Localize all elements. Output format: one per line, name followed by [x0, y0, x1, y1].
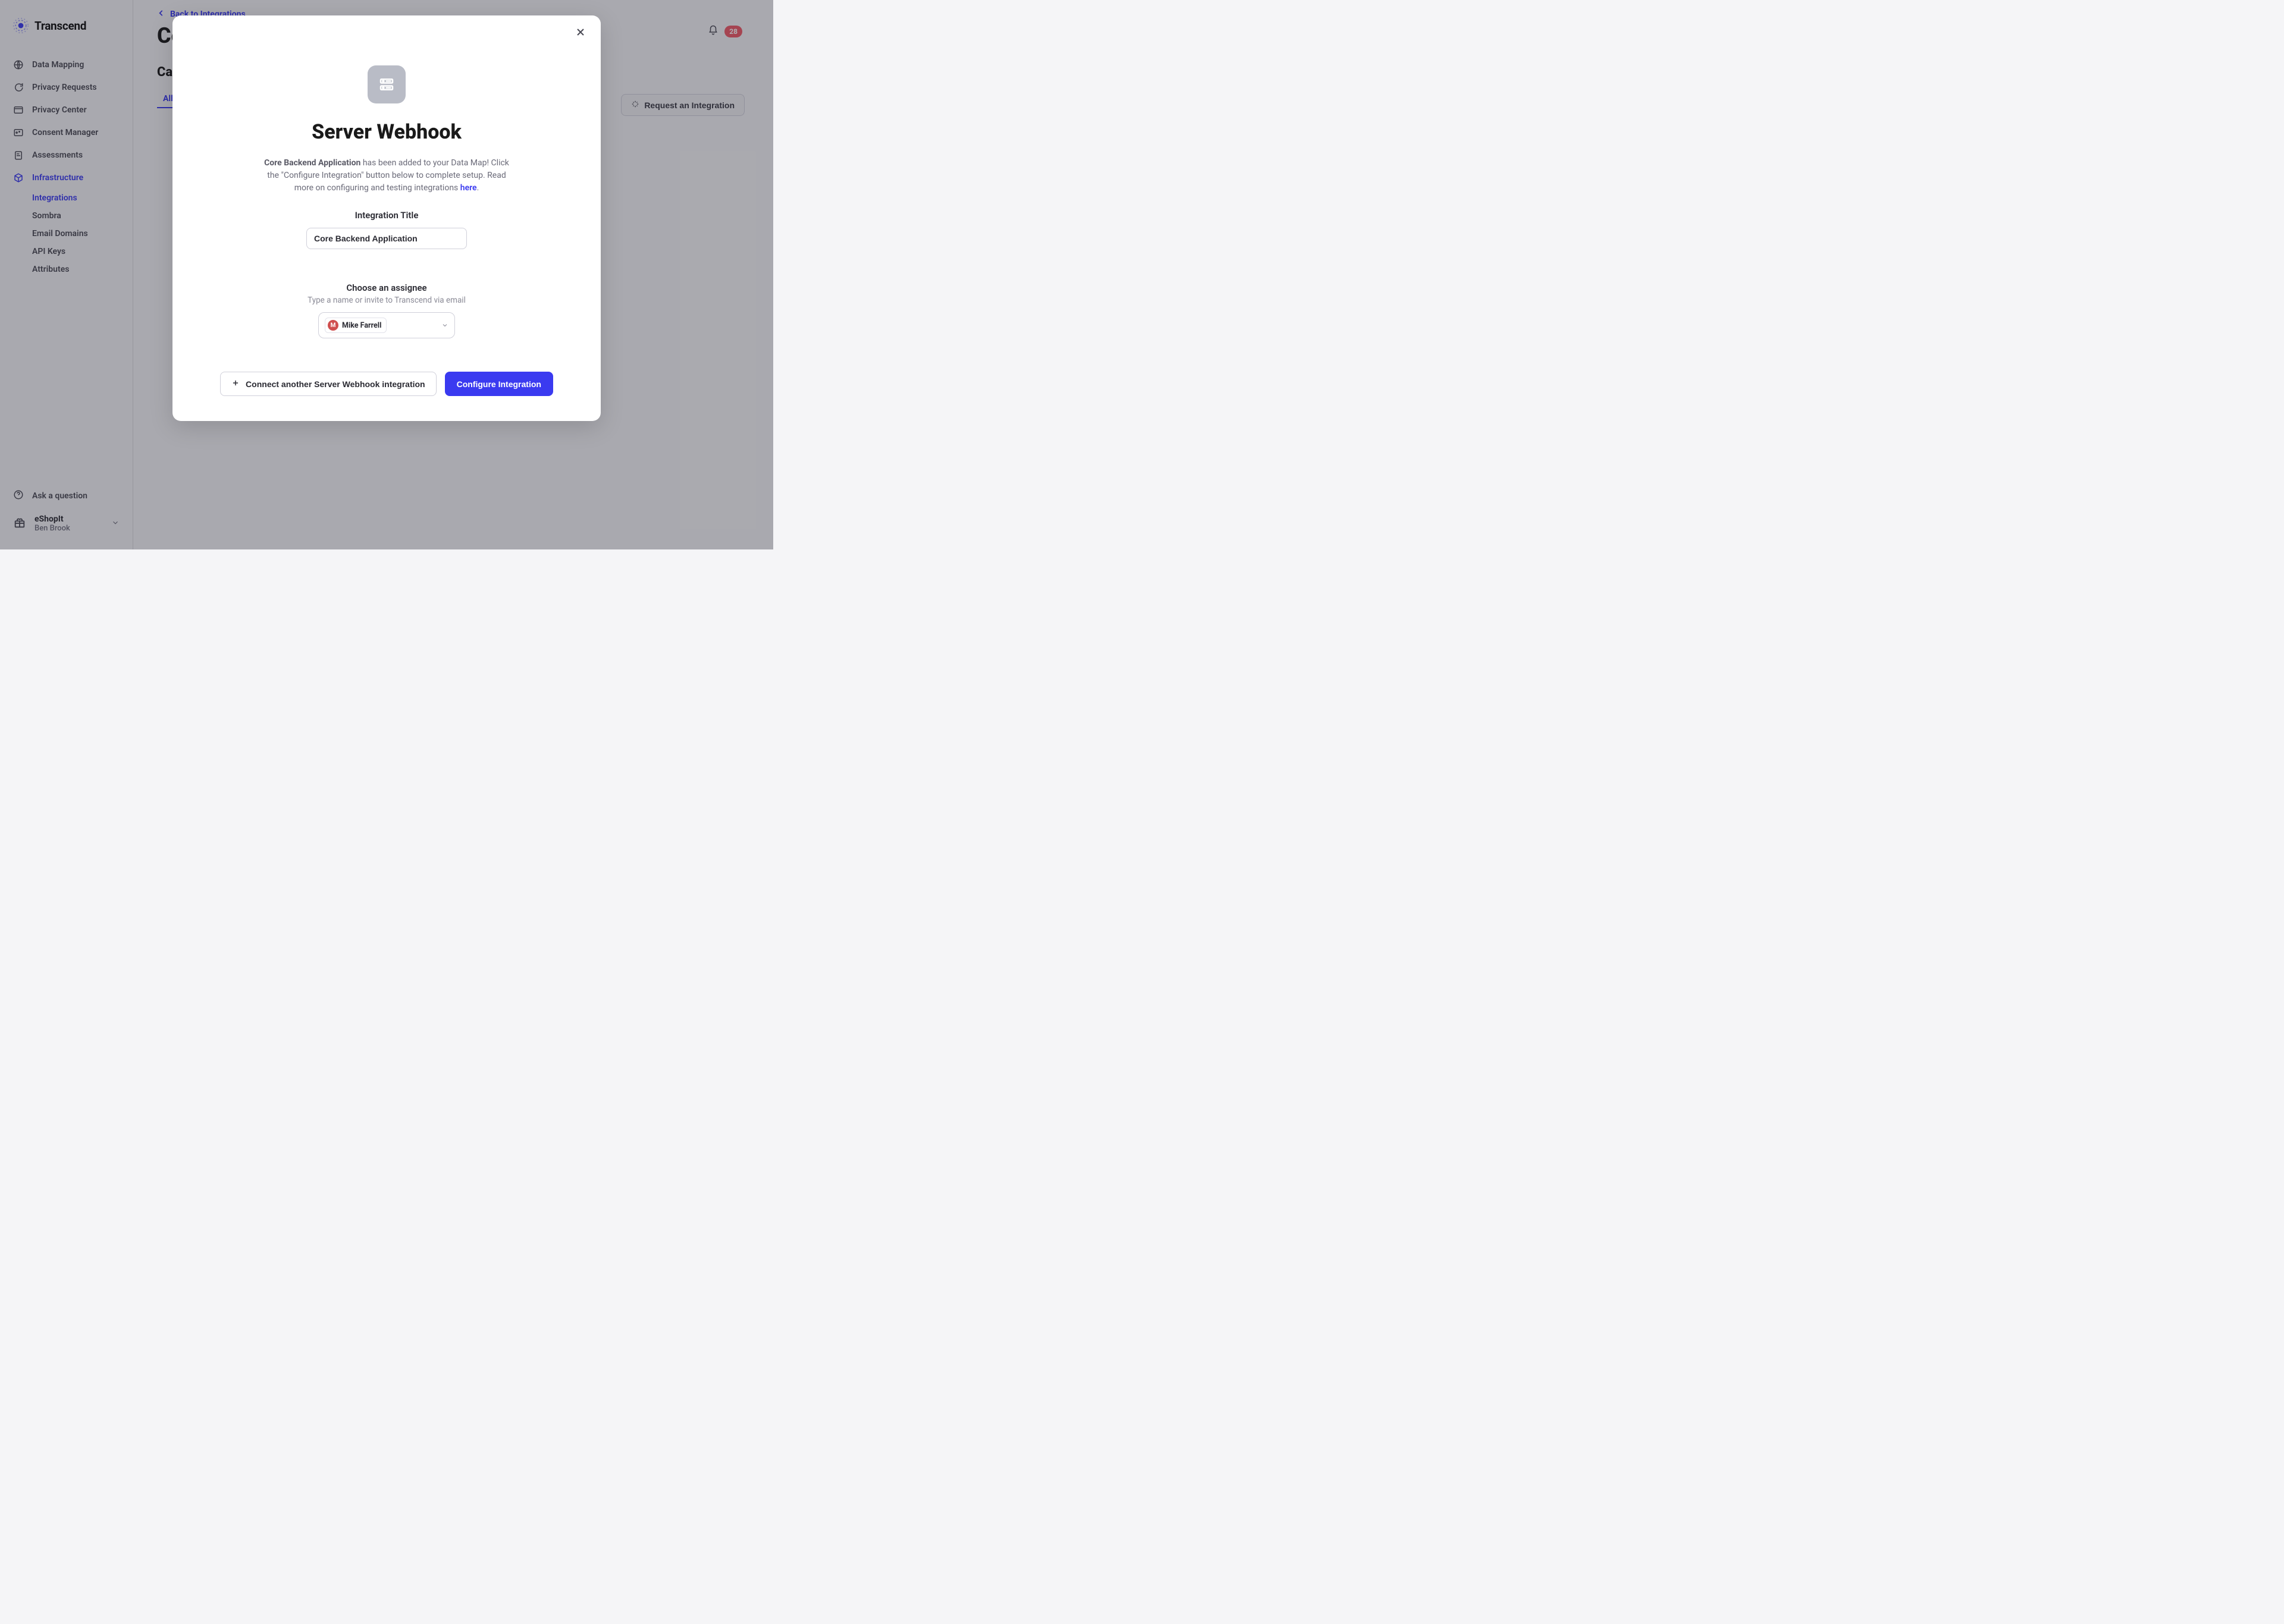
modal-description: Core Backend Application has been added … [262, 157, 512, 194]
connect-another-button[interactable]: Connect another Server Webhook integrati… [220, 372, 437, 396]
modal-desc-period: . [477, 183, 479, 193]
integration-title-label: Integration Title [184, 210, 589, 221]
modal-desc-bold: Core Backend Application [264, 158, 360, 168]
modal-desc-link[interactable]: here [460, 183, 477, 193]
assignee-label: Choose an assignee [184, 282, 589, 293]
assignee-select[interactable]: M Mike Farrell [318, 312, 455, 338]
server-webhook-modal: Server Webhook Core Backend Application … [172, 15, 601, 421]
chevron-down-icon [441, 320, 448, 331]
configure-integration-button[interactable]: Configure Integration [445, 372, 553, 396]
plus-icon [231, 379, 240, 389]
modal-title: Server Webhook [184, 120, 589, 144]
modal-actions: Connect another Server Webhook integrati… [184, 372, 589, 396]
integration-title-input[interactable] [306, 228, 467, 249]
modal-overlay[interactable]: Server Webhook Core Backend Application … [0, 0, 773, 549]
assignee-name: Mike Farrell [342, 321, 381, 330]
connect-another-label: Connect another Server Webhook integrati… [246, 379, 425, 389]
assignee-chip[interactable]: M Mike Farrell [325, 318, 387, 333]
server-icon [368, 65, 406, 103]
avatar: M [328, 320, 338, 331]
close-icon[interactable] [575, 26, 589, 40]
assignee-sublabel: Type a name or invite to Transcend via e… [184, 296, 589, 305]
